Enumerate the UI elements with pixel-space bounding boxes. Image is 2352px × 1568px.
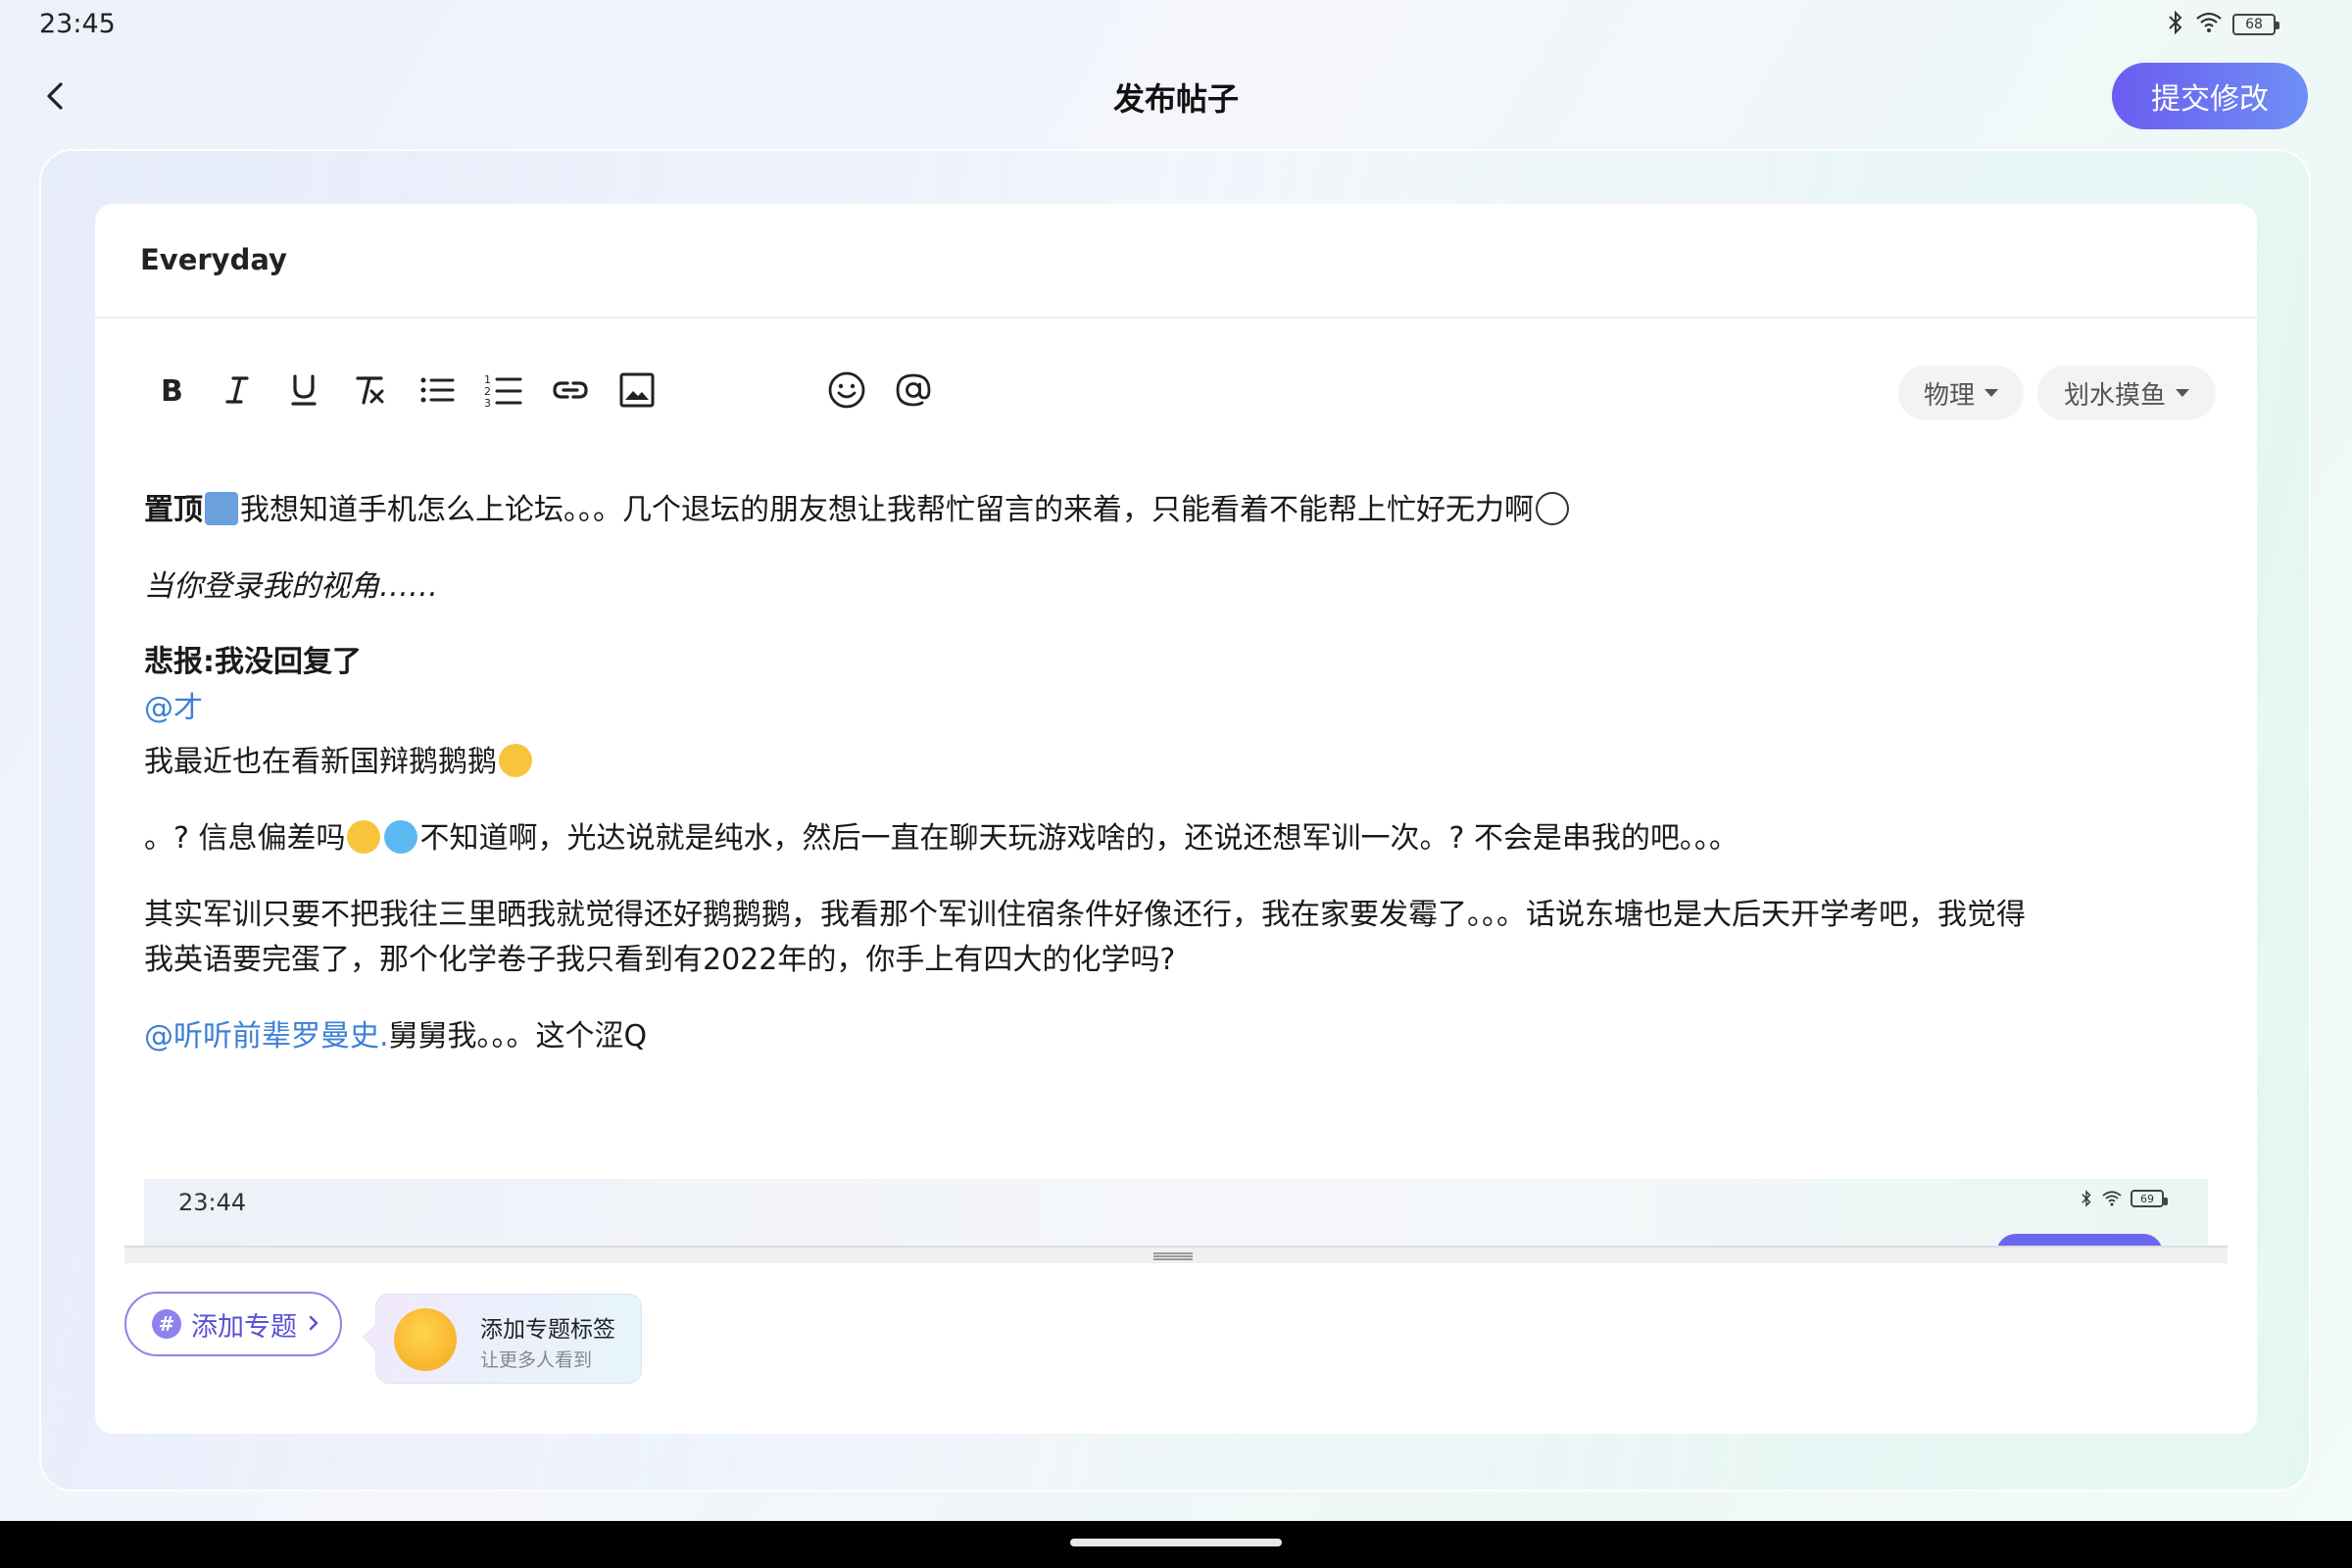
status-icons: 68 — [2166, 10, 2279, 39]
home-indicator[interactable] — [1070, 1539, 1282, 1546]
image-resize-handle[interactable] — [124, 1246, 2228, 1263]
bullet-list-button[interactable] — [415, 368, 460, 413]
content-text: 我最近也在看新国辩鹅鹅鹅 — [144, 745, 497, 779]
preview-submit-pill — [1996, 1234, 2163, 1246]
content-line-7b: 我英语要完蛋了，那个化学卷子我只看到有2022年的，你手上有四大的化学吗? — [144, 943, 1176, 977]
hashtag-icon: # — [152, 1309, 181, 1339]
wifi-icon — [2102, 1191, 2122, 1206]
pinned-label: 置顶 — [144, 493, 203, 527]
underline-icon — [291, 374, 317, 406]
link-button[interactable] — [548, 368, 593, 413]
clear-format-icon — [356, 376, 384, 405]
add-topic-label: 添加专题 — [191, 1311, 297, 1343]
upside-down-face-emoji-icon — [347, 820, 381, 854]
content-text: 不知道啊，光达说就是纯水，然后一直在聊天玩游戏啥的，还说还想军训一次。? 不会是… — [419, 821, 1739, 856]
mention-link[interactable]: @才 — [144, 686, 203, 731]
mention-button[interactable] — [891, 368, 936, 413]
subforum-select[interactable]: 划水摸鱼 — [2037, 366, 2216, 420]
embedded-image[interactable]: 23:44 69 — [144, 1179, 2208, 1246]
chevron-right-icon — [307, 1309, 320, 1340]
content-line-6: 。? 信息偏差吗 不知道啊，光达说就是纯水，然后一直在聊天玩游戏啥的，还说还想军训… — [144, 816, 1739, 861]
battery-icon: 69 — [2131, 1190, 2168, 1207]
submit-button[interactable]: 提交修改 — [2112, 63, 2308, 129]
tip-title: 添加专题标签 — [480, 1317, 615, 1343]
system-nav-bar — [0, 1521, 2352, 1568]
svg-text:3: 3 — [484, 397, 491, 409]
content-line-5: 我最近也在看新国辩鹅鹅鹅 — [144, 740, 534, 785]
tip-subtitle: 让更多人看到 — [480, 1349, 593, 1371]
bluetooth-icon — [2082, 1190, 2091, 1207]
sweat-droplets-emoji-icon — [384, 820, 418, 854]
emoji-icon — [828, 371, 865, 409]
content-line-7a: 其实军训只要不把我往三里晒我就觉得还好鹅鹅鹅，我看那个军训住宿条件好像还行，我在… — [144, 898, 2026, 932]
content-line-8: @听听前辈罗曼史.舅舅我。。。这个涩Q — [144, 1014, 647, 1059]
bluetooth-icon — [2166, 10, 2185, 39]
underline-button[interactable] — [281, 368, 326, 413]
emoji-button[interactable] — [824, 368, 869, 413]
content-line-1: 置顶 我想知道手机怎么上论坛。。。几个退坛的朋友想让我帮忙留言的来着，只能看着不能… — [144, 488, 1571, 533]
post-title-input[interactable]: Everyday — [140, 243, 287, 276]
add-topic-button[interactable]: # 添加专题 — [124, 1292, 342, 1356]
format-toolbar: B 123 物理 划水摸鱼 — [148, 356, 2226, 434]
hugging-face-emoji-icon — [394, 1308, 457, 1371]
category-select[interactable]: 物理 — [1898, 366, 2024, 420]
drag-grip-icon — [1153, 1252, 1193, 1260]
page-title: 发布帖子 — [1112, 80, 1239, 118]
numbered-list-icon: 123 — [484, 373, 522, 409]
editor-card: Everyday B 123 物理 划水摸鱼 置顶 我想知道手机怎么上论坛。。。… — [95, 204, 2257, 1434]
italic-button[interactable] — [215, 368, 260, 413]
content-text: 我想知道手机怎么上论坛。。。几个退坛的朋友想让我帮忙留言的来着，只能看着不能帮上… — [240, 493, 1534, 527]
content-text: 。? 信息偏差吗 — [144, 821, 346, 856]
italic-icon — [225, 376, 249, 404]
category-label: 物理 — [1923, 380, 1975, 411]
battery-icon: 68 — [2232, 14, 2279, 35]
content-line-3: 悲报:我没回复了 — [144, 645, 362, 679]
yum-face-emoji-icon — [499, 744, 532, 777]
preview-time: 23:44 — [178, 1189, 247, 1216]
bold-icon: B — [161, 374, 183, 408]
title-divider — [95, 317, 2257, 318]
caret-down-icon — [1984, 389, 1998, 397]
svg-text:B: B — [161, 374, 183, 408]
numbered-list-button[interactable]: 123 — [481, 368, 526, 413]
image-icon — [619, 372, 655, 408]
content-text: 舅舅我。。。这个涩Q — [388, 1019, 648, 1054]
bullet-list-icon — [420, 377, 455, 403]
topic-tip-bubble: 添加专题标签 让更多人看到 — [375, 1294, 642, 1384]
status-bar: 23:45 68 — [0, 0, 2352, 49]
top-arrow-emoji-icon — [205, 492, 238, 525]
link-icon — [553, 381, 588, 399]
eye-speech-emoji-icon — [1536, 492, 1569, 525]
wifi-icon — [2195, 11, 2223, 38]
content-line-2: 当你登录我的视角…… — [144, 569, 438, 604]
preview-status-icons: 69 — [2080, 1189, 2168, 1208]
clear-format-button[interactable] — [348, 368, 393, 413]
status-time: 23:45 — [39, 9, 116, 39]
bold-button[interactable]: B — [148, 368, 193, 413]
mention-link[interactable]: @听听前辈罗曼史. — [144, 1019, 389, 1054]
at-sign-icon — [896, 373, 931, 407]
image-button[interactable] — [614, 368, 660, 413]
caret-down-icon — [2176, 389, 2189, 397]
subforum-label: 划水摸鱼 — [2063, 380, 2166, 411]
